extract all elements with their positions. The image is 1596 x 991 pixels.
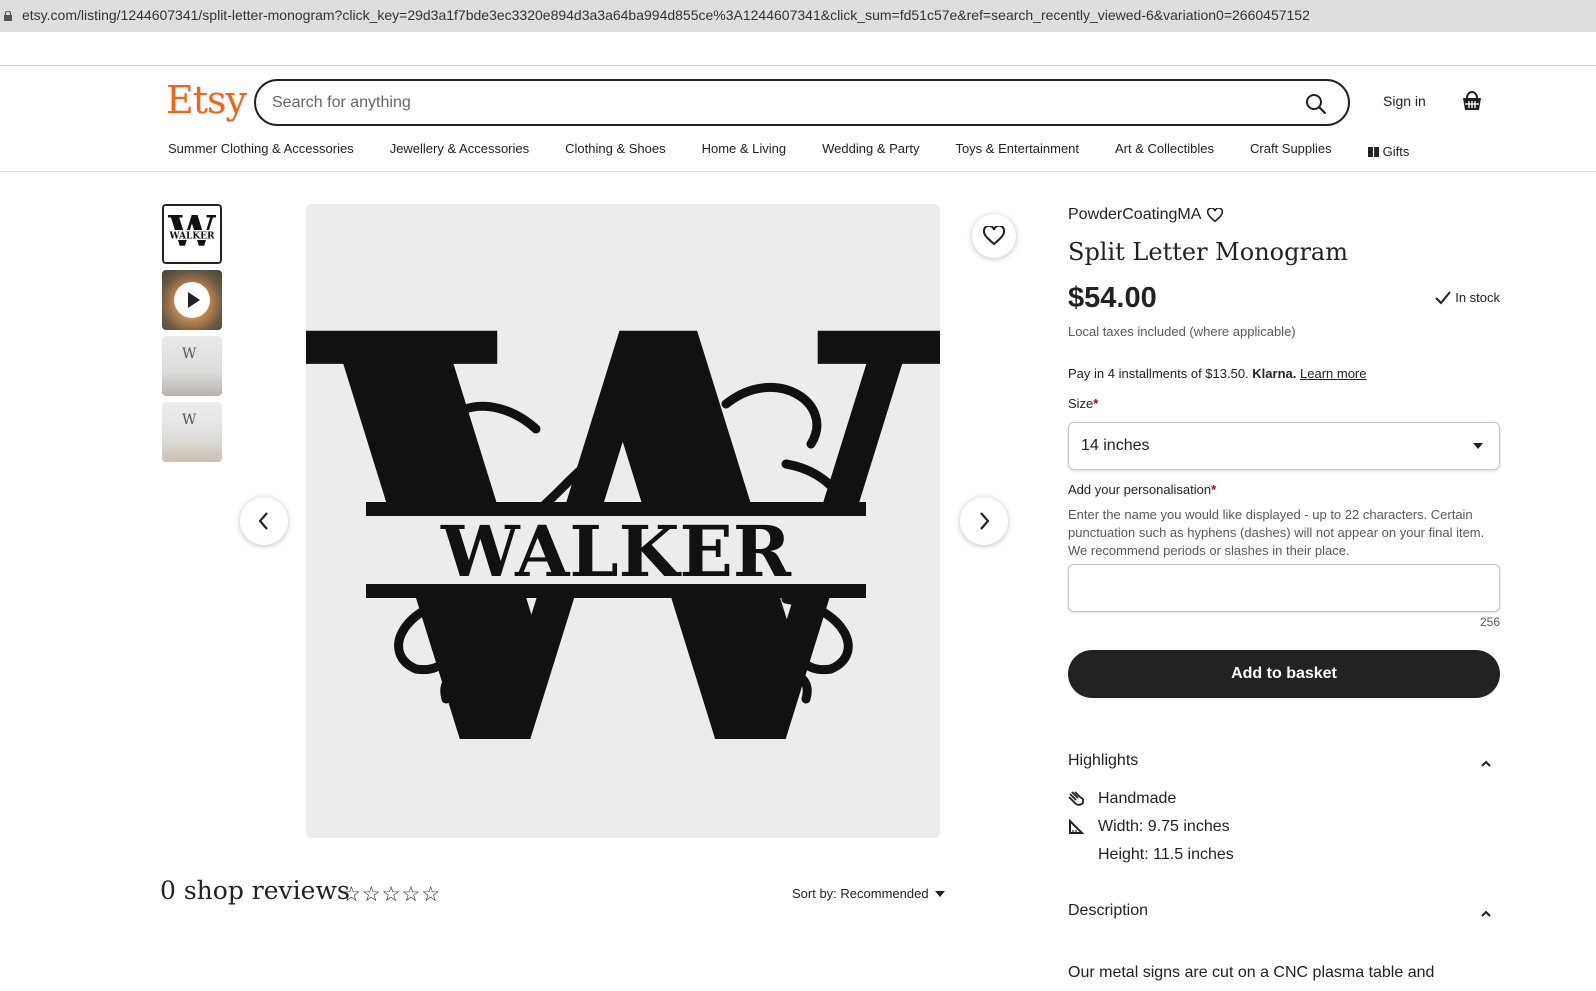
nav-item-craft-supplies[interactable]: Craft Supplies [1250,141,1332,161]
caret-down-icon [934,890,945,897]
search-bar[interactable] [254,79,1350,126]
browser-address-bar: etsy.com/listing/1244607341/split-letter… [0,0,1596,32]
lock-icon [4,11,12,21]
nav-item-art[interactable]: Art & Collectibles [1115,141,1214,161]
chevron-left-icon [258,512,268,530]
nav-item-clothing-shoes[interactable]: Clothing & Shoes [565,141,665,161]
klarna-learn-more-link[interactable]: Learn more [1300,366,1366,381]
product-price: $54.00 [1068,282,1157,314]
description-title: Description [1068,902,1149,919]
thumb-room-letter: W [182,346,197,362]
chevron-right-icon [980,512,990,530]
nav-item-toys[interactable]: Toys & Entertainment [955,141,1079,161]
star-rating: ☆☆☆☆☆ [342,883,442,906]
thumbnail-3[interactable]: W [162,336,222,396]
sort-label: Sort by: Recommended [792,886,929,901]
required-marker: * [1093,396,1099,411]
add-to-basket-button[interactable]: Add to basket [1068,650,1500,698]
next-image-button[interactable] [960,497,1008,545]
url-text[interactable]: etsy.com/listing/1244607341/split-letter… [22,7,1310,23]
thumb-room-letter: W [182,412,197,428]
browser-toolbar-spacer [0,32,1596,66]
handmade-label: Handmade [1098,790,1177,807]
thumbnail-1[interactable]: W WALKER [162,204,222,264]
caret-down-icon [1473,443,1483,449]
monogram-image: W WALKER [306,204,940,838]
highlight-handmade: Handmade [1068,790,1368,808]
personalisation-instructions: Enter the name you would like displayed … [1068,507,1485,558]
product-title: Split Letter Monogram [1068,238,1348,266]
size-selected-value: 14 inches [1081,437,1150,454]
ruler-triangle-icon [1069,819,1084,834]
height-label: Height: 11.5 inches [1098,846,1234,863]
nav-item-summer-clothing[interactable]: Summer Clothing & Accessories [168,141,354,161]
personalisation-label: Add your personalisation* [1068,482,1216,497]
chevron-up-icon [1481,760,1491,767]
play-icon[interactable] [174,282,210,318]
thumbnail-4[interactable]: W [162,402,222,462]
basket-icon[interactable] [1460,89,1484,113]
heart-icon [983,226,1005,246]
taxes-note: Local taxes included (where applicable) [1068,324,1296,339]
description-header[interactable]: Description [1068,902,1500,926]
required-marker: * [1211,482,1217,497]
hand-icon [1068,791,1084,806]
description-text: Our metal signs are cut on a CNC plasma … [1068,964,1435,981]
favorite-button[interactable] [972,214,1016,258]
character-count: 256 [1479,615,1500,629]
search-icon[interactable] [1304,92,1328,116]
search-input[interactable] [272,91,1272,115]
sign-in-link[interactable]: Sign in [1383,93,1426,109]
size-select[interactable]: 14 inches [1068,422,1500,470]
nav-item-home-living[interactable]: Home & Living [702,141,787,161]
highlight-width: Width: 9.75 inches [1068,818,1368,836]
site-header: Etsy Sign in Summer Clothing & Accessori… [0,67,1596,172]
shop-reviews-title: 0 shop reviews [160,876,350,905]
main-product-image: W WALKER [306,204,940,838]
thumb-name: WALKER [168,232,215,242]
personalisation-label-text: Add your personalisation [1068,482,1212,497]
klarna-text: Pay in 4 installments of $13.50. [1068,366,1249,381]
thumbnail-video[interactable] [162,270,222,330]
highlights-header[interactable]: Highlights [1068,752,1500,776]
monogram-thumb-image: W WALKER [164,206,220,262]
size-label: Size* [1068,396,1098,411]
width-label: Width: 9.75 inches [1098,818,1230,835]
shop-link[interactable]: PowderCoatingMA [1068,206,1224,224]
highlights-title: Highlights [1068,752,1139,769]
personalisation-input[interactable] [1068,564,1500,612]
monogram-name: WALKER [440,510,792,593]
etsy-logo[interactable]: Etsy [166,78,247,122]
size-label-text: Size [1068,396,1094,411]
nav-item-wedding-party[interactable]: Wedding & Party [822,141,919,161]
heart-icon[interactable] [1207,207,1224,223]
stock-label: In stock [1455,290,1500,305]
nav-item-gifts[interactable]: Gifts [1367,141,1410,161]
nav-item-jewellery[interactable]: Jewellery & Accessories [390,141,529,161]
gift-icon [1367,147,1379,157]
category-nav: Summer Clothing & Accessories Jewellery … [168,141,1445,161]
highlight-height: Height: 11.5 inches [1068,846,1368,864]
chevron-up-icon [1481,910,1491,917]
shop-name: PowderCoatingMA [1068,206,1202,223]
stock-status: In stock [1435,290,1500,305]
checkmark-icon [1435,290,1451,304]
sort-dropdown[interactable]: Sort by: Recommended [792,886,945,901]
image-thumbnails: W WALKER W W [162,204,222,468]
gifts-label: Gifts [1382,143,1410,159]
klarna-installments: Pay in 4 installments of $13.50. Klarna.… [1068,366,1366,381]
klarna-brand: Klarna. [1252,366,1297,381]
previous-image-button[interactable] [240,497,288,545]
